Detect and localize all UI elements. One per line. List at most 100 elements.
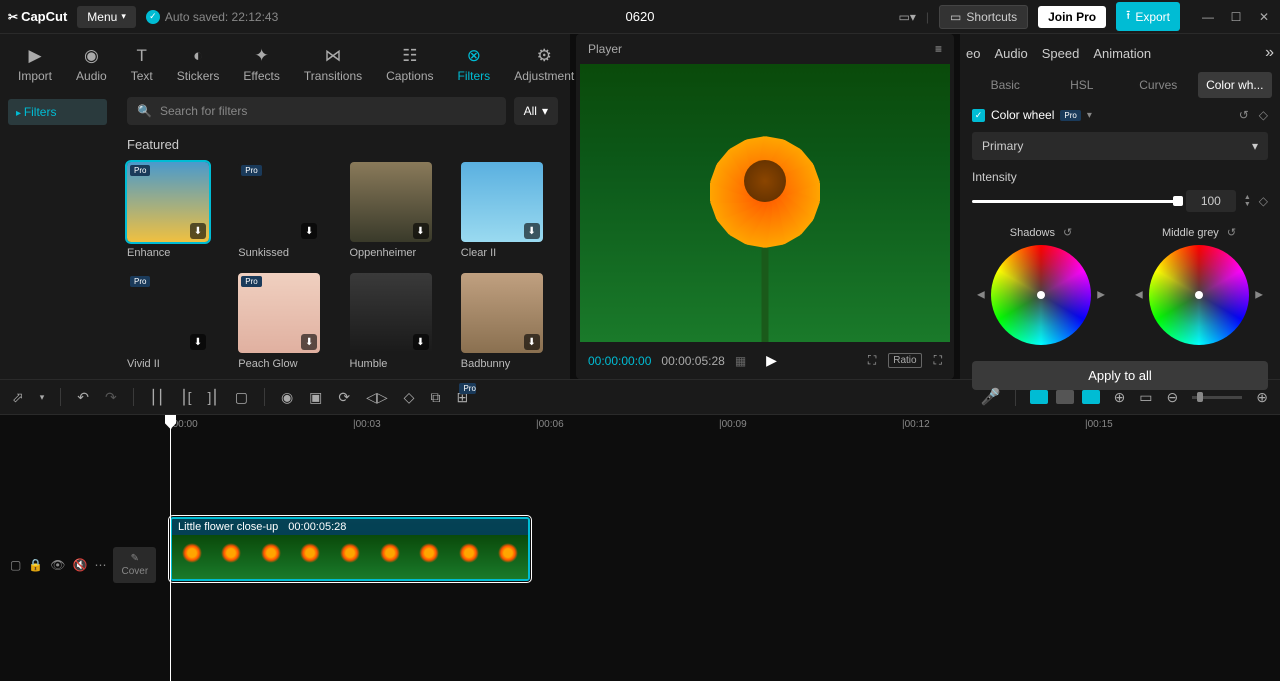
search-input[interactable]: 🔍Search for filters: [127, 97, 506, 125]
tab-audio[interactable]: ◉Audio: [68, 42, 115, 87]
keyframe-icon[interactable]: ◇: [1259, 108, 1268, 122]
player-menu-icon[interactable]: ≡: [935, 42, 942, 56]
filter-item[interactable]: ⬇Humble: [350, 273, 447, 370]
tab-import[interactable]: ▶Import: [10, 42, 60, 87]
primary-dropdown[interactable]: Primary▾: [972, 132, 1268, 160]
scan-icon[interactable]: ⛶: [868, 353, 876, 368]
zoom-in-button[interactable]: ⊕: [1256, 389, 1268, 406]
filter-item[interactable]: ⬇Oppenheimer: [350, 162, 447, 259]
subtab-colorwheel[interactable]: Color wh...: [1198, 72, 1273, 98]
wheel-right-arrow[interactable]: ▶: [1255, 290, 1263, 301]
intensity-value[interactable]: 100: [1186, 190, 1236, 212]
timeline-ruler[interactable]: |00:00 |00:03 |00:06 |00:09 |00:12 |00:1…: [128, 415, 1280, 439]
dropdown-icon[interactable]: ▾: [40, 392, 45, 403]
colorwheel-checkbox[interactable]: ✓: [972, 109, 985, 122]
reset-icon[interactable]: ↺: [1063, 226, 1072, 239]
redo-button[interactable]: ↷: [105, 389, 117, 406]
align-tool[interactable]: ⊕: [1114, 389, 1126, 406]
tab-audio-right[interactable]: Audio: [994, 46, 1027, 61]
snap-tool[interactable]: [1082, 390, 1100, 404]
maximize-button[interactable]: ☐: [1228, 10, 1244, 24]
frame-tool[interactable]: ⧉: [430, 389, 440, 406]
all-filters-button[interactable]: All▾: [514, 97, 558, 125]
link-tool[interactable]: [1056, 390, 1074, 404]
delete-tool[interactable]: ▢: [235, 389, 248, 406]
zoom-slider[interactable]: [1192, 396, 1242, 399]
stepper-down[interactable]: ▼: [1244, 201, 1251, 208]
lock-icon[interactable]: 🔒: [28, 558, 43, 572]
minimize-button[interactable]: —: [1200, 10, 1216, 24]
wheel-left-arrow[interactable]: ◀: [977, 290, 985, 301]
mute-icon[interactable]: 🔇: [73, 558, 88, 572]
more-tabs-icon[interactable]: »: [1265, 44, 1274, 62]
player-viewport[interactable]: [580, 64, 950, 342]
tab-stickers[interactable]: ◐Stickers: [169, 42, 228, 87]
download-icon[interactable]: ⬇: [190, 223, 206, 239]
filter-item[interactable]: ⬇Clear II: [461, 162, 558, 259]
wheel-right-arrow[interactable]: ▶: [1097, 290, 1105, 301]
stepper-up[interactable]: ▲: [1244, 194, 1251, 201]
intensity-slider[interactable]: [972, 200, 1178, 203]
marker-tool[interactable]: ◉: [281, 389, 293, 406]
ai-tool[interactable]: ⊞Pro: [456, 389, 468, 406]
filter-item[interactable]: Pro⬇Peach Glow: [238, 273, 335, 370]
download-icon[interactable]: ⬇: [413, 223, 429, 239]
trim-right-tool[interactable]: ]⎮: [208, 389, 219, 406]
trim-left-tool[interactable]: ⎮[: [180, 389, 191, 406]
keyframe-icon[interactable]: ◇: [1259, 194, 1268, 208]
playhead[interactable]: [170, 415, 171, 681]
export-button[interactable]: ⭱ Export: [1116, 2, 1180, 31]
download-icon[interactable]: ⬇: [524, 223, 540, 239]
track-toggle-icon[interactable]: ▢: [10, 558, 21, 572]
layout-icon[interactable]: ▭▾: [899, 10, 916, 24]
mirror-tool[interactable]: ◁▷: [366, 389, 388, 406]
tab-captions[interactable]: ☷Captions: [378, 42, 441, 87]
menu-button[interactable]: Menu: [77, 6, 136, 28]
timeline-tracks[interactable]: |00:00 |00:03 |00:06 |00:09 |00:12 |00:1…: [128, 415, 1280, 681]
shadows-wheel[interactable]: [991, 245, 1091, 345]
apply-to-all-button[interactable]: Apply to all: [972, 361, 1268, 390]
middlegrey-wheel[interactable]: [1149, 245, 1249, 345]
tab-animation[interactable]: Animation: [1093, 46, 1151, 61]
tab-adjustment[interactable]: ⚙Adjustment: [506, 42, 582, 87]
filter-item[interactable]: Pro⬇Enhance: [127, 162, 224, 259]
crop-tool[interactable]: ▣: [309, 389, 322, 406]
mic-icon[interactable]: 🎤: [981, 387, 1001, 407]
download-icon[interactable]: ⬇: [301, 334, 317, 350]
filter-item[interactable]: Pro⬇Sunkissed: [238, 162, 335, 259]
filter-item[interactable]: Pro⬇Vivid II: [127, 273, 224, 370]
tab-video[interactable]: eo: [966, 46, 980, 61]
filters-folder[interactable]: Filters: [8, 99, 107, 125]
preview-tool[interactable]: ▭: [1139, 389, 1152, 406]
subtab-basic[interactable]: Basic: [968, 72, 1043, 98]
fullscreen-icon[interactable]: ⛶: [934, 353, 942, 368]
download-icon[interactable]: ⬇: [413, 334, 429, 350]
close-button[interactable]: ✕: [1256, 10, 1272, 24]
reset-icon[interactable]: ↺: [1239, 108, 1249, 122]
grid-icon[interactable]: ▦: [735, 354, 746, 368]
tab-text[interactable]: TText: [123, 42, 161, 87]
split-tool[interactable]: ⎮⎮: [150, 389, 165, 406]
ratio-button[interactable]: Ratio: [888, 353, 921, 368]
subtab-curves[interactable]: Curves: [1121, 72, 1196, 98]
rotate-tool[interactable]: ◇: [404, 389, 415, 406]
eye-icon[interactable]: 👁: [50, 558, 65, 572]
tab-transitions[interactable]: ⋈Transitions: [296, 42, 370, 87]
subtab-hsl[interactable]: HSL: [1045, 72, 1120, 98]
pointer-tool[interactable]: ⬀: [12, 389, 24, 406]
magnet-tool[interactable]: [1030, 390, 1048, 404]
undo-button[interactable]: ↶: [77, 389, 89, 406]
download-icon[interactable]: ⬇: [524, 334, 540, 350]
speed-tool[interactable]: ⟳: [338, 389, 350, 406]
download-icon[interactable]: ⬇: [301, 223, 317, 239]
filter-item[interactable]: ⬇Badbunny: [461, 273, 558, 370]
zoom-out-button[interactable]: ⊖: [1167, 389, 1179, 406]
reset-icon[interactable]: ↺: [1227, 226, 1236, 239]
tab-effects[interactable]: ✦Effects: [235, 42, 287, 87]
more-icon[interactable]: ⋯: [94, 558, 106, 572]
shortcuts-button[interactable]: ▭ Shortcuts: [939, 5, 1028, 29]
play-button[interactable]: ▶: [766, 352, 777, 369]
video-clip[interactable]: Little flower close-up00:00:05:28: [170, 517, 530, 581]
tab-filters[interactable]: ⊗Filters: [450, 42, 499, 87]
wheel-left-arrow[interactable]: ◀: [1135, 290, 1143, 301]
